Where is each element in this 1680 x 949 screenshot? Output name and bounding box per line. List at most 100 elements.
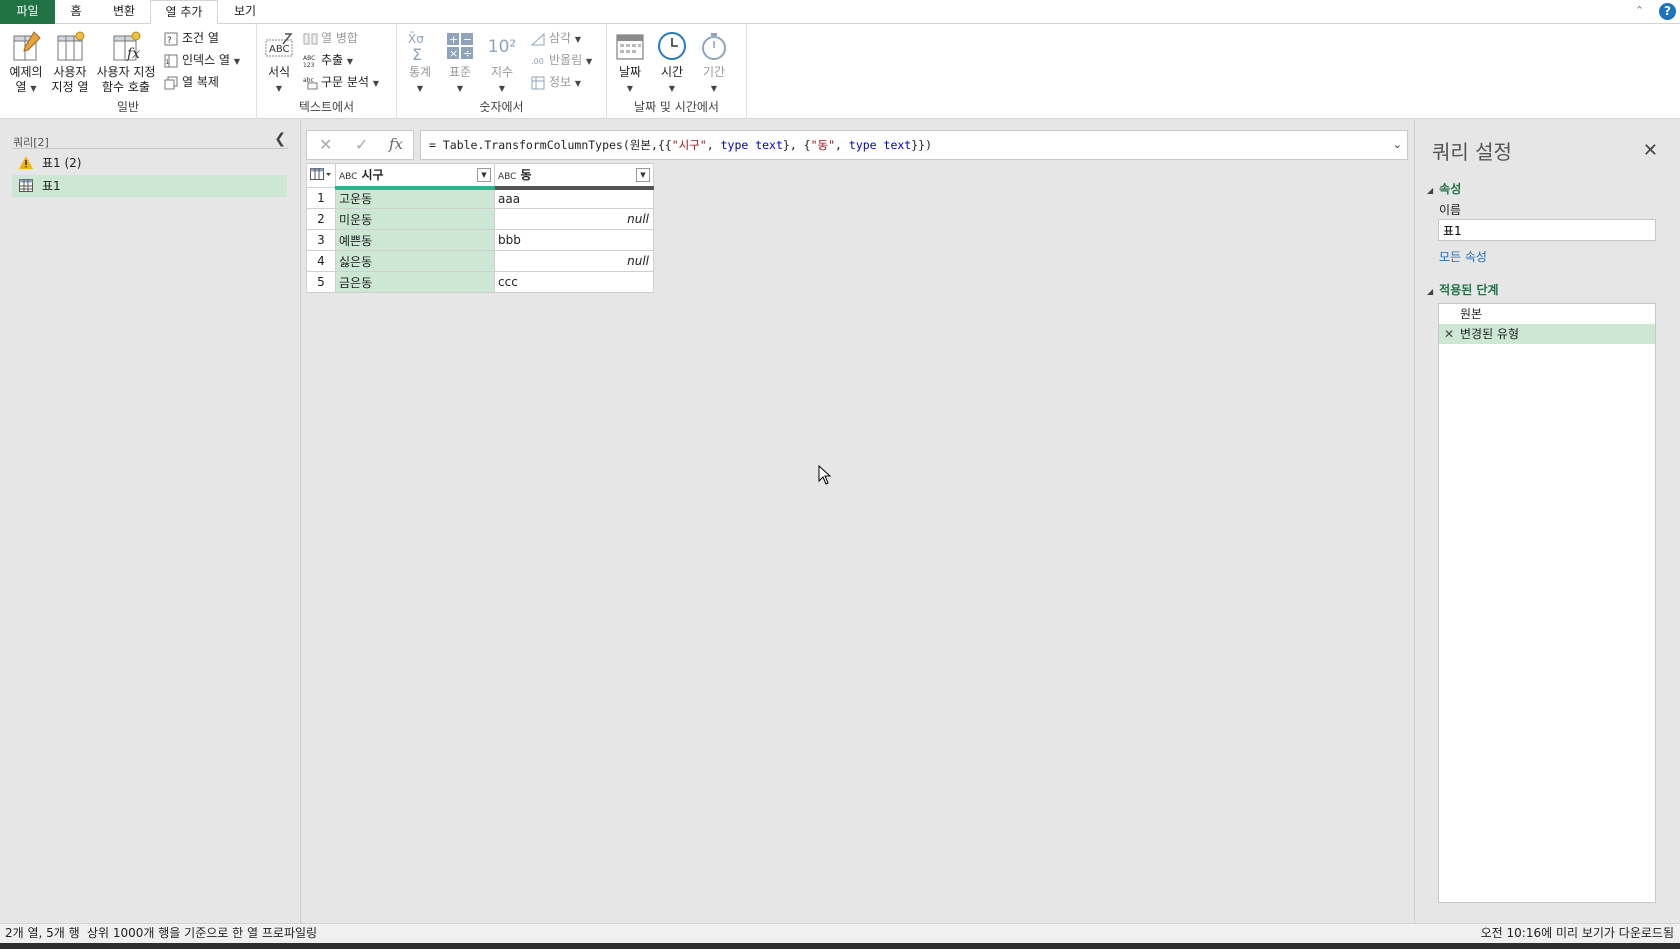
query-item-table1[interactable]: 표1 bbox=[12, 175, 287, 197]
properties-section-header[interactable]: ◢ 속성 bbox=[1427, 180, 1461, 197]
row-number[interactable]: 4 bbox=[306, 250, 336, 272]
queries-pane: 쿼리[2] ❮ 표1 (2) 표1 bbox=[0, 120, 301, 923]
collapse-triangle-icon: ◢ bbox=[1427, 186, 1434, 195]
svg-text:+: + bbox=[449, 33, 458, 46]
text-type-icon[interactable]: ABC bbox=[339, 172, 357, 182]
table-cell[interactable]: 싫은동 bbox=[335, 250, 495, 272]
date-button[interactable]: 날짜 ▼ bbox=[613, 30, 647, 96]
column-filter-icon[interactable]: ▼ bbox=[477, 168, 491, 182]
delete-step-icon[interactable]: ✕ bbox=[1444, 324, 1454, 344]
format-text-icon: ABC bbox=[265, 33, 293, 57]
table-cell-null[interactable]: null bbox=[494, 250, 654, 272]
collapse-ribbon-icon[interactable]: ⌃ bbox=[1635, 4, 1644, 17]
parse-button[interactable]: abc 구문 분석 ▼ bbox=[303, 72, 379, 92]
commit-icon[interactable]: ✓ bbox=[355, 135, 368, 154]
step-source[interactable]: 원본 bbox=[1439, 304, 1655, 324]
information-button[interactable]: 정보 ▼ bbox=[531, 72, 581, 92]
svg-text:×: × bbox=[449, 47, 458, 60]
query-name-input[interactable] bbox=[1438, 219, 1656, 241]
time-button[interactable]: 시간 ▼ bbox=[655, 30, 689, 96]
taskbar-edge bbox=[0, 943, 1680, 949]
custom-column-icon bbox=[57, 31, 85, 61]
table-cell[interactable]: 미운동 bbox=[335, 208, 495, 230]
tab-view[interactable]: 보기 bbox=[226, 0, 264, 24]
extract-icon: ABC123 bbox=[303, 55, 315, 68]
cancel-icon[interactable]: ✕ bbox=[319, 135, 332, 154]
applied-steps-section-header[interactable]: ◢ 적용된 단계 bbox=[1427, 281, 1499, 298]
table-cell[interactable]: 예쁜동 bbox=[335, 229, 495, 251]
tab-home[interactable]: 홈 bbox=[60, 0, 92, 24]
trigonometry-icon bbox=[531, 32, 545, 45]
query-item-table1-2[interactable]: 표1 (2) bbox=[12, 152, 287, 174]
ribbon-group-datetime: 날짜 ▼ 시간 ▼ 기간 ▼ 날짜 및 시간에서 bbox=[607, 24, 747, 119]
ribbon-tab-bar: 파일 홈 변환 열 추가 보기 ⌃ ? bbox=[0, 0, 1680, 25]
scientific-button[interactable]: 10² 지수 ▼ bbox=[485, 30, 519, 96]
svg-text:X̄σ: X̄σ bbox=[408, 32, 424, 46]
help-icon[interactable]: ? bbox=[1659, 3, 1676, 20]
column-filter-icon[interactable]: ▼ bbox=[636, 168, 650, 182]
column-header-sigu[interactable]: ABC 시구 ▼ bbox=[335, 163, 495, 190]
tab-transform[interactable]: 변환 bbox=[103, 0, 145, 24]
status-preview-time: 오전 10:16에 미리 보기가 다운로드됨 bbox=[1480, 926, 1674, 940]
calendar-icon bbox=[616, 34, 644, 60]
rounding-button[interactable]: .00 반올림 ▼ bbox=[531, 50, 592, 70]
trigonometry-button[interactable]: 삼각 ▼ bbox=[531, 28, 581, 48]
table-cell[interactable]: 금은동 bbox=[335, 271, 495, 293]
query-settings-title: 쿼리 설정 bbox=[1432, 140, 1512, 164]
svg-text:1: 1 bbox=[166, 59, 170, 66]
status-profiling[interactable]: 상위 1000개 행을 기준으로 한 열 프로파일링 bbox=[87, 924, 317, 943]
formula-input[interactable]: = Table.TransformColumnTypes(원본,{{"시구", … bbox=[420, 130, 1408, 160]
table-cell[interactable]: bbb bbox=[494, 229, 654, 251]
rounding-icon: .00 bbox=[531, 57, 544, 66]
tab-file[interactable]: 파일 bbox=[0, 0, 55, 24]
column-header-dong[interactable]: ABC 동 ▼ bbox=[494, 163, 654, 190]
fx-icon[interactable]: fx bbox=[389, 135, 403, 153]
invoke-custom-function-button[interactable]: fx 사용자 지정 함수 호출 bbox=[93, 30, 159, 95]
expand-formula-icon[interactable]: ⌄ bbox=[1393, 138, 1402, 151]
formula-buttons: ✕ ✓ fx bbox=[306, 130, 414, 160]
tab-add-column[interactable]: 열 추가 bbox=[150, 0, 218, 25]
standard-operations-icon: + −× ÷ bbox=[447, 33, 473, 60]
warning-icon bbox=[19, 156, 33, 169]
close-icon[interactable]: ✕ bbox=[1643, 140, 1658, 161]
merge-columns-button[interactable]: 열 병합 bbox=[303, 28, 358, 48]
column-from-examples-icon bbox=[13, 31, 41, 61]
row-number[interactable]: 5 bbox=[306, 271, 336, 293]
svg-text:.00: .00 bbox=[531, 57, 544, 66]
conditional-column-button[interactable]: ? 조건 열 bbox=[164, 28, 219, 48]
queries-divider bbox=[12, 148, 288, 149]
table-header-row: ABC 시구 ▼ ABC 동 ▼ bbox=[306, 163, 654, 190]
step-changed-type[interactable]: ✕ 변경된 유형 bbox=[1439, 324, 1655, 344]
table-cell[interactable]: ccc bbox=[494, 271, 654, 293]
index-column-button[interactable]: 1 인덱스 열 ▼ bbox=[164, 50, 240, 70]
text-type-icon[interactable]: ABC bbox=[498, 172, 516, 182]
table-cell[interactable]: 고운동 bbox=[335, 187, 495, 209]
group-label-text: 텍스트에서 bbox=[298, 100, 355, 114]
applied-steps-list: 원본 ✕ 변경된 유형 bbox=[1438, 303, 1656, 903]
collapse-queries-icon[interactable]: ❮ bbox=[274, 131, 286, 147]
stopwatch-icon bbox=[702, 33, 726, 60]
row-number[interactable]: 3 bbox=[306, 229, 336, 251]
svg-text:?: ? bbox=[167, 36, 172, 46]
preview-table: ABC 시구 ▼ ABC 동 ▼ 1 고운동 aaa 2 미운동 null 3 예쁜… bbox=[306, 163, 654, 293]
table-cell[interactable]: aaa bbox=[494, 187, 654, 209]
table-menu-button[interactable] bbox=[306, 163, 336, 188]
format-button[interactable]: ABC 서식 ▼ bbox=[263, 30, 295, 96]
svg-text:ABC: ABC bbox=[303, 55, 315, 62]
ribbon-group-general: 예제의 열 ▼ 사용자 지정 열 fx 사용자 지정 함수 호출 ? 조건 열 1… bbox=[0, 24, 257, 119]
custom-column-button[interactable]: 사용자 지정 열 bbox=[50, 30, 90, 95]
all-properties-link[interactable]: 모든 속성 bbox=[1439, 248, 1487, 265]
svg-text:ABC: ABC bbox=[269, 44, 290, 55]
table-cell-null[interactable]: null bbox=[494, 208, 654, 230]
duplicate-column-button[interactable]: 열 복제 bbox=[164, 72, 219, 92]
table-row: 3 예쁜동 bbb bbox=[306, 229, 654, 251]
statistics-button[interactable]: X̄σ Σ 통계 ▼ bbox=[403, 30, 437, 96]
extract-button[interactable]: ABC 123 추출 ▼ bbox=[303, 50, 353, 70]
duration-button[interactable]: 기간 ▼ bbox=[697, 30, 731, 96]
row-number[interactable]: 1 bbox=[306, 187, 336, 209]
data-grid: ABC 시구 ▼ ABC 동 ▼ 1 고운동 aaa 2 미운동 null 3 예쁜… bbox=[306, 163, 654, 293]
information-icon bbox=[531, 76, 545, 89]
row-number[interactable]: 2 bbox=[306, 208, 336, 230]
column-from-examples-button[interactable]: 예제의 열 ▼ bbox=[6, 30, 46, 96]
standard-button[interactable]: + − × ÷ 표준 ▼ bbox=[443, 30, 477, 96]
